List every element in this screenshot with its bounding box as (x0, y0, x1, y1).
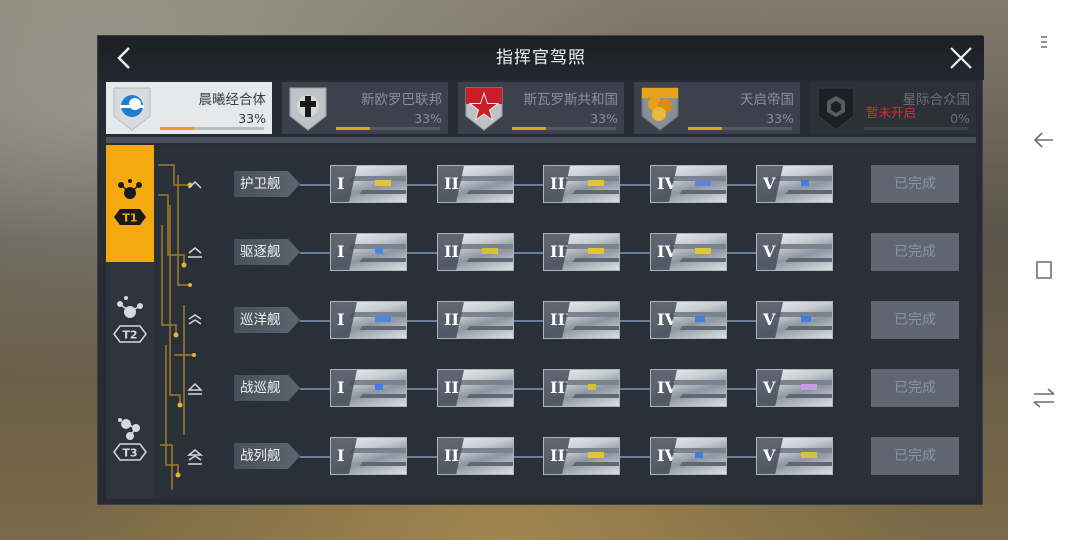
level-card-3[interactable]: III (543, 301, 620, 339)
faction-tab-new-europa[interactable]: 新欧罗巴联邦 33% (282, 82, 448, 134)
t2-tier-icon: T2 (113, 296, 147, 343)
tier-label: T3 (122, 447, 137, 460)
chevron-up-triple-icon (186, 449, 204, 465)
level-card-2[interactable]: II (437, 165, 514, 203)
completed-button[interactable]: 已完成 (871, 301, 959, 339)
recents-icon[interactable] (1008, 250, 1080, 290)
faction-percent: 33% (590, 111, 618, 126)
faction-name: 新欧罗巴联邦 (361, 92, 442, 108)
cross-emblem-icon (289, 87, 327, 131)
faction-progress-bar (512, 127, 616, 130)
back-button[interactable] (108, 41, 142, 75)
orbs-emblem-icon (641, 87, 679, 131)
ship-row-frigate: 护卫舰 I II III IV V 已完成 (154, 161, 976, 209)
t3-tier-icon: T3 (113, 418, 147, 461)
menu-icon[interactable] (1008, 22, 1080, 62)
cube-emblem-icon (817, 87, 855, 131)
level-card-1[interactable]: I (330, 437, 407, 475)
ship-type-label: 护卫舰 (234, 171, 300, 197)
level-card-1[interactable]: I (330, 233, 407, 271)
faction-tab-chenxi[interactable]: 晨曦经合体 33% (106, 82, 272, 134)
level-card-1[interactable]: I (330, 369, 407, 407)
tier-label: T1 (122, 212, 137, 225)
tier-label: T2 (122, 329, 137, 342)
faction-percent: 33% (766, 111, 794, 126)
level-card-2[interactable]: II (437, 437, 514, 475)
tier-tab-t1[interactable]: T1 (106, 145, 154, 262)
ship-row-battleship: 战列舰 I II III IV V 已完成 (154, 433, 976, 481)
faction-name: 斯瓦罗斯共和国 (523, 92, 619, 108)
title-bar: 指挥官驾照 (98, 36, 984, 80)
level-card-3[interactable]: III (543, 233, 620, 271)
level-card-2[interactable]: II (437, 233, 514, 271)
ship-license-board: 护卫舰 I II III IV V 已完成 驱逐舰 I II III IV V … (154, 145, 976, 499)
ship-row-battlecruiser: 战巡舰 I II III IV V 已完成 (154, 365, 976, 413)
ship-type-label: 战列舰 (234, 443, 300, 469)
faction-progress-bar (688, 127, 792, 130)
level-card-4[interactable]: IV (650, 437, 727, 475)
faction-percent: 33% (414, 111, 442, 126)
completed-button[interactable]: 已完成 (871, 165, 959, 203)
faction-progress-bar (160, 127, 264, 130)
level-card-4[interactable]: IV (650, 233, 727, 271)
ship-row-destroyer: 驱逐舰 I II III IV V 已完成 (154, 229, 976, 277)
faction-percent: 0% (950, 111, 970, 126)
faction-name: 天启帝国 (740, 92, 794, 108)
eclipse-emblem-icon (113, 87, 151, 131)
level-card-5[interactable]: V (756, 301, 833, 339)
system-nav-bar (1008, 0, 1080, 540)
tier-tabs: T1 T2 T3 (106, 145, 154, 499)
back-arrow-icon[interactable] (1008, 120, 1080, 160)
ship-row-cruiser: 巡洋舰 I II III IV V 已完成 (154, 297, 976, 345)
faction-tab-svaros[interactable]: 斯瓦罗斯共和国 33% (458, 82, 624, 134)
chevron-up-icon (188, 180, 202, 189)
close-button[interactable] (944, 41, 978, 75)
faction-tab-apocalypse[interactable]: 天启帝国 33% (634, 82, 800, 134)
completed-button[interactable]: 已完成 (871, 233, 959, 271)
level-card-4[interactable]: IV (650, 301, 727, 339)
faction-progress-bar (336, 127, 440, 130)
faction-tabs: 晨曦经合体 33% 新欧罗巴联邦 33% 斯瓦罗斯共和国 33% 天启帝国 33… (106, 82, 976, 134)
level-card-3[interactable]: III (543, 369, 620, 407)
t1-tier-icon: T1 (114, 179, 146, 225)
faction-progress-fill (688, 127, 722, 130)
faction-tab-interstellar[interactable]: 星际合众国 暂未开启 0% (810, 82, 976, 134)
locked-label: 暂未开启 (866, 105, 917, 120)
level-card-3[interactable]: III (543, 437, 620, 475)
level-card-5[interactable]: V (756, 437, 833, 475)
completed-button[interactable]: 已完成 (871, 369, 959, 407)
ship-type-label: 巡洋舰 (234, 307, 300, 333)
level-card-5[interactable]: V (756, 369, 833, 407)
license-panel: 指挥官驾照 晨曦经合体 33% 新欧罗巴联邦 33% 斯瓦罗斯共和国 33% 天… (97, 35, 984, 505)
tier-tab-t3[interactable]: T3 (106, 380, 154, 499)
level-card-4[interactable]: IV (650, 369, 727, 407)
faction-progress-fill (336, 127, 370, 130)
level-card-1[interactable]: I (330, 165, 407, 203)
faction-progress-fill (160, 127, 194, 130)
level-card-5[interactable]: V (756, 233, 833, 271)
faction-progress-bar (864, 127, 968, 130)
ship-type-label: 驱逐舰 (234, 239, 300, 265)
page-title: 指挥官驾照 (496, 48, 586, 68)
level-card-4[interactable]: IV (650, 165, 727, 203)
level-card-1[interactable]: I (330, 301, 407, 339)
chevron-up-double-icon (188, 314, 202, 325)
level-card-2[interactable]: II (437, 301, 514, 339)
chevron-up-double-icon (188, 247, 202, 258)
faction-name: 晨曦经合体 (198, 92, 267, 108)
switch-icon[interactable] (1008, 378, 1080, 418)
completed-button[interactable]: 已完成 (871, 437, 959, 475)
ship-type-label: 战巡舰 (234, 375, 300, 401)
chevron-up-triple-icon (187, 382, 203, 395)
tier-tab-t2[interactable]: T2 (106, 262, 154, 380)
level-card-3[interactable]: III (543, 165, 620, 203)
faction-progress-fill (512, 127, 546, 130)
level-card-2[interactable]: II (437, 369, 514, 407)
star-emblem-icon (465, 87, 503, 131)
divider (106, 137, 976, 143)
level-card-5[interactable]: V (756, 165, 833, 203)
faction-percent: 33% (238, 111, 266, 126)
